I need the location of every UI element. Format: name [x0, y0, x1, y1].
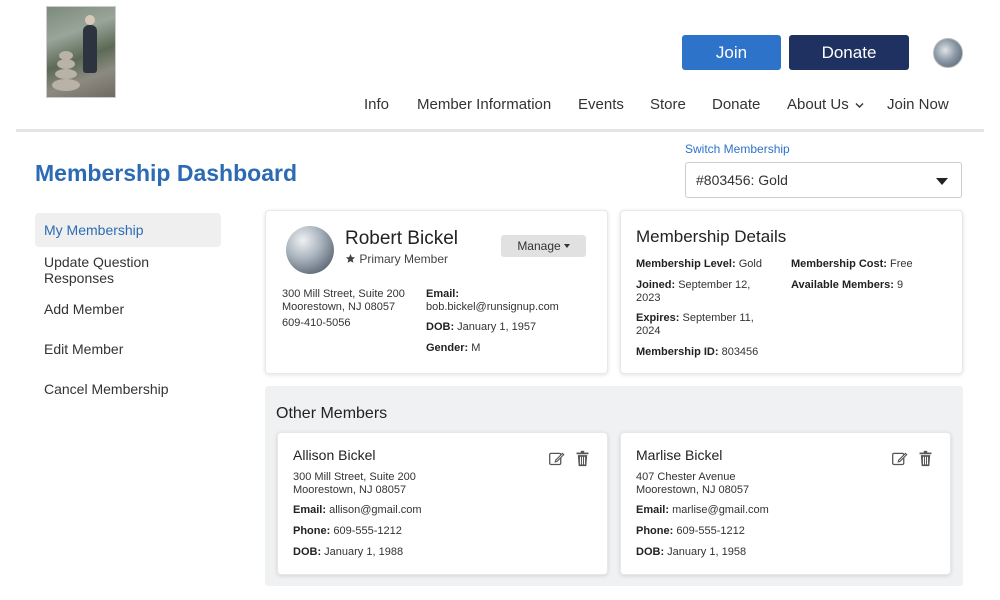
nav-donate[interactable]: Donate — [712, 96, 760, 114]
donate-button[interactable]: Donate — [789, 35, 909, 70]
member-name: Marlise Bickel — [636, 447, 723, 463]
member-address: 300 Mill Street, Suite 200 Moorestown, N… — [293, 471, 416, 496]
sidebar-item-edit-member[interactable]: Edit Member — [35, 332, 221, 366]
manage-button[interactable]: Manage — [501, 235, 586, 257]
membership-expires: Expires: September 11, 2024 — [636, 312, 754, 337]
member-phone: 609-410-5056 — [282, 317, 351, 329]
user-avatar[interactable] — [933, 38, 963, 68]
member-name: Robert Bickel — [345, 228, 458, 249]
nav-events[interactable]: Events — [578, 96, 624, 114]
sidebar-item-my-membership[interactable]: My Membership — [35, 213, 221, 247]
membership-details-title: Membership Details — [636, 227, 787, 246]
member-card: Marlise Bickel 407 Chester Avenue Moores… — [620, 432, 951, 575]
nav-divider — [16, 129, 984, 132]
member-email: Email: allison@gmail.com — [293, 504, 422, 516]
nav-store[interactable]: Store — [650, 96, 686, 114]
join-button[interactable]: Join — [682, 35, 781, 70]
member-dob: DOB: January 1, 1957 — [426, 321, 537, 333]
member-email: Email: bob.bickel@runsignup.com — [426, 288, 559, 313]
member-role: Primary Member — [345, 252, 448, 266]
member-card: Allison Bickel 300 Mill Street, Suite 20… — [277, 432, 608, 575]
caret-down-icon — [563, 244, 570, 248]
nav-about-us[interactable]: About Us — [787, 96, 864, 114]
caret-down-icon — [936, 178, 948, 185]
sidebar-item-cancel-membership[interactable]: Cancel Membership — [35, 372, 221, 406]
member-avatar — [286, 226, 334, 274]
trash-icon[interactable] — [574, 450, 591, 467]
trash-icon[interactable] — [917, 450, 934, 467]
membership-cost: Membership Cost: Free — [791, 258, 913, 270]
primary-member-card: Robert Bickel Primary Member Manage 300 … — [265, 210, 608, 374]
member-email: Email: marlise@gmail.com — [636, 504, 769, 516]
member-phone: Phone: 609-555-1212 — [636, 525, 745, 537]
site-logo[interactable] — [46, 6, 116, 98]
membership-id: Membership ID: 803456 — [636, 346, 759, 358]
member-name: Allison Bickel — [293, 447, 376, 463]
nav-join-now[interactable]: Join Now — [887, 96, 949, 114]
nav-member-information[interactable]: Member Information — [417, 96, 551, 114]
membership-joined: Joined: September 12, 2023 — [636, 279, 751, 304]
membership-details-card: Membership Details Membership Level: Gol… — [620, 210, 963, 374]
member-dob: DOB: January 1, 1958 — [636, 546, 747, 558]
membership-select-value: #803456: Gold — [696, 172, 788, 188]
chevron-down-icon — [855, 102, 864, 108]
member-phone: Phone: 609-555-1212 — [293, 525, 402, 537]
page-title: Membership Dashboard — [35, 160, 297, 186]
star-icon — [345, 253, 356, 263]
other-members-title: Other Members — [276, 405, 388, 422]
member-gender: Gender: M — [426, 342, 481, 354]
membership-level: Membership Level: Gold — [636, 258, 762, 270]
edit-icon[interactable] — [548, 450, 565, 467]
edit-icon[interactable] — [891, 450, 908, 467]
membership-select[interactable]: #803456: Gold — [685, 162, 962, 198]
available-members: Available Members: 9 — [791, 279, 904, 291]
nav-info[interactable]: Info — [364, 96, 389, 114]
sidebar-item-update-question-responses[interactable]: Update Question Responses — [35, 253, 221, 287]
sidebar-item-add-member[interactable]: Add Member — [35, 292, 221, 326]
member-address: 300 Mill Street, Suite 200 Moorestown, N… — [282, 288, 405, 313]
switch-membership-label: Switch Membership — [685, 142, 790, 156]
member-address: 407 Chester Avenue Moorestown, NJ 08057 — [636, 471, 750, 496]
member-dob: DOB: January 1, 1988 — [293, 546, 404, 558]
